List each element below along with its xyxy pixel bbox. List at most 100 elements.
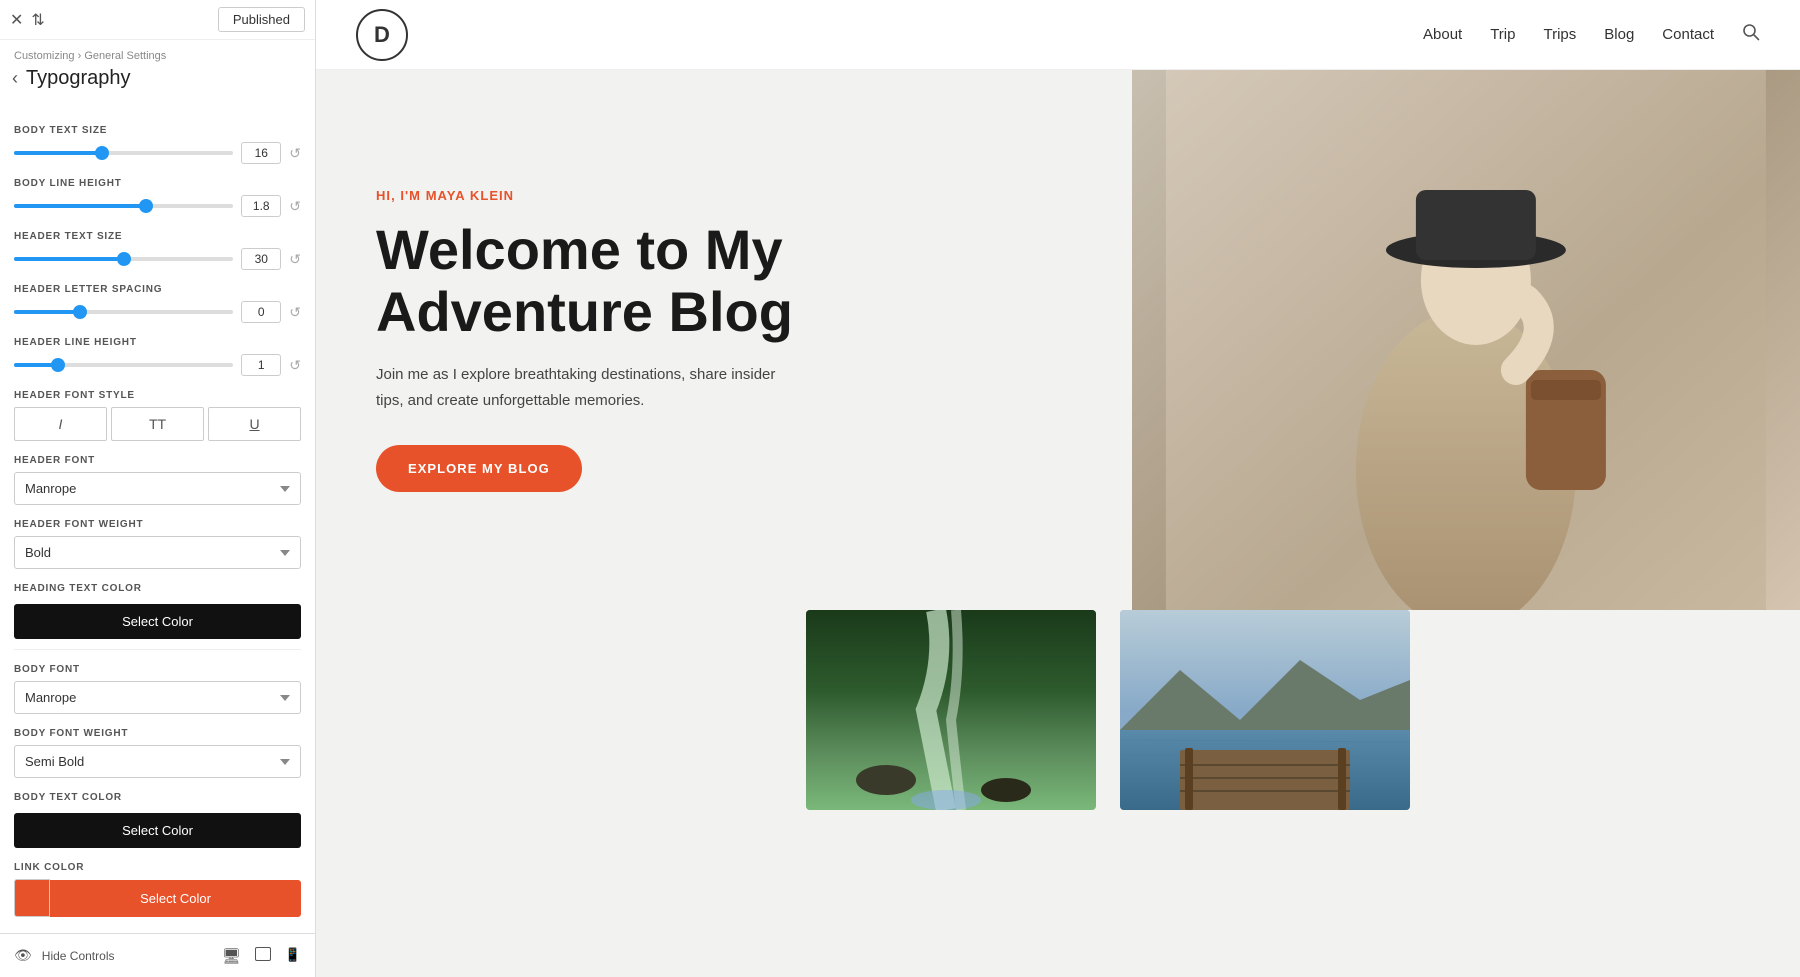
body-text-size-fill [14,151,102,155]
hero-image [1132,70,1800,610]
logo-letter: D [374,22,390,48]
header-letter-spacing-label: HEADER LETTER SPACING [14,284,301,295]
header-text-size-track[interactable] [14,257,233,261]
swap-icon[interactable]: ⇅ [31,10,44,30]
top-bar: ✕ ⇅ Published [0,0,315,40]
header-text-size-fill [14,257,124,261]
header-line-height-reset[interactable]: ↺ [289,357,301,374]
header-line-height-row: ↺ [14,354,301,376]
body-line-height-reset[interactable]: ↺ [289,198,301,215]
hide-controls-label: Hide Controls [42,949,115,963]
header-font-label: HEADER FONT [14,455,301,466]
body-line-height-input[interactable] [241,195,281,217]
header-letter-spacing-input[interactable] [241,301,281,323]
header-line-height-track[interactable] [14,363,233,367]
link-color-row: Select Color [14,879,301,917]
preview-nav: D About Trip Trips Blog Contact [316,0,1800,70]
body-text-size-reset[interactable]: ↺ [289,145,301,162]
hero-title: Welcome to My Adventure Blog [376,219,796,342]
body-text-size-thumb[interactable] [95,146,109,160]
published-button[interactable]: Published [218,7,305,32]
close-icon[interactable]: ✕ [10,10,23,30]
link-color-swatch[interactable] [14,879,50,917]
tablet-icon[interactable] [255,947,271,961]
header-text-size-reset[interactable]: ↺ [289,251,301,268]
nav-link-trips[interactable]: Trips [1543,26,1576,43]
heading-text-color-label: HEADING TEXT COLOR [14,583,301,594]
header-letter-spacing-fill [14,310,80,314]
thumbnail-dock [1120,610,1410,810]
header-line-height-input[interactable] [241,354,281,376]
header-text-size-label: HEADER TEXT SIZE [14,231,301,242]
nav-link-contact[interactable]: Contact [1662,26,1714,43]
body-text-color-button[interactable]: Select Color [14,813,301,848]
hero-title-line2: Adventure Blog [376,280,793,343]
hero-description: Join me as I explore breathtaking destin… [376,362,796,413]
header-font-select[interactable]: Manrope Open Sans Roboto Lato [14,472,301,505]
back-button[interactable]: ‹ [8,66,22,91]
body-font-weight-select[interactable]: Semi Bold Bold Regular Light [14,745,301,778]
body-text-size-row: ↺ [14,142,301,164]
nav-link-trip[interactable]: Trip [1490,26,1515,43]
nav-link-blog[interactable]: Blog [1604,26,1634,43]
hide-controls-button[interactable]: Hide Controls [42,949,115,963]
header-text-size-thumb[interactable] [117,252,131,266]
mobile-icon[interactable]: 📱 [285,947,301,965]
bottom-bar: 👁 Hide Controls 🖥 📱 [0,933,315,977]
nav-link-about[interactable]: About [1423,26,1462,43]
search-icon[interactable] [1742,23,1760,46]
waterfall-image [806,610,1096,810]
underline-button[interactable]: U [208,407,301,441]
header-font-weight-select[interactable]: Bold Regular Light Medium [14,536,301,569]
body-font-label: BODY FONT [14,664,301,675]
italic-button[interactable]: I [14,407,107,441]
header-letter-spacing-row: ↺ [14,301,301,323]
breadcrumb-separator: › [78,50,82,62]
breadcrumb-section: General Settings [84,50,166,62]
device-icons: 🖥 📱 [222,947,301,965]
body-text-size-track[interactable] [14,151,233,155]
hero-left: HI, I'M MAYA KLEIN Welcome to My Adventu… [316,70,1132,610]
dock-image [1120,610,1410,810]
header-line-height-thumb[interactable] [51,358,65,372]
hero-right [1132,70,1800,610]
breadcrumb: Customizing › General Settings [0,40,315,64]
panel-title-row: ‹ Typography [0,64,315,101]
body-font-select[interactable]: Manrope Open Sans Roboto Lato [14,681,301,714]
header-line-height-label: HEADER LINE HEIGHT [14,337,301,348]
panel-content: BODY TEXT SIZE ↺ BODY LINE HEIGHT ↺ HEAD… [0,101,315,933]
woman-illustration [1132,70,1800,610]
body-text-size-label: BODY TEXT SIZE [14,125,301,136]
body-text-color-label: BODY TEXT COLOR [14,792,301,803]
font-style-buttons: I TT U [14,407,301,441]
header-text-size-input[interactable] [241,248,281,270]
hero-cta-button[interactable]: EXPLORE MY BLOG [376,445,582,492]
header-letter-spacing-thumb[interactable] [73,305,87,319]
hero-content: HI, I'M MAYA KLEIN Welcome to My Adventu… [376,188,796,492]
section-divider-1 [14,649,301,650]
link-color-button[interactable]: Select Color [50,880,301,917]
hero-section: HI, I'M MAYA KLEIN Welcome to My Adventu… [316,70,1800,610]
header-text-size-row: ↺ [14,248,301,270]
body-line-height-label: BODY LINE HEIGHT [14,178,301,189]
body-text-size-input[interactable] [241,142,281,164]
heading-text-color-button[interactable]: Select Color [14,604,301,639]
hero-subtitle: HI, I'M MAYA KLEIN [376,188,796,203]
left-panel: ✕ ⇅ Published Customizing › General Sett… [0,0,316,977]
header-letter-spacing-track[interactable] [14,310,233,314]
header-letter-spacing-reset[interactable]: ↺ [289,304,301,321]
body-line-height-fill [14,204,146,208]
body-line-height-track[interactable] [14,204,233,208]
nav-links: About Trip Trips Blog Contact [1423,23,1760,46]
thumbnails-section [806,610,1410,810]
body-line-height-row: ↺ [14,195,301,217]
thumbnail-waterfall [806,610,1096,810]
header-font-weight-label: HEADER FONT WEIGHT [14,519,301,530]
body-line-height-thumb[interactable] [139,199,153,213]
desktop-icon[interactable]: 🖥 [222,947,241,965]
hero-title-line1: Welcome to My [376,218,783,281]
right-preview: D About Trip Trips Blog Contact HI, I'M … [316,0,1800,977]
eye-icon: 👁 [14,947,32,964]
caps-button[interactable]: TT [111,407,204,441]
body-font-weight-label: BODY FONT WEIGHT [14,728,301,739]
